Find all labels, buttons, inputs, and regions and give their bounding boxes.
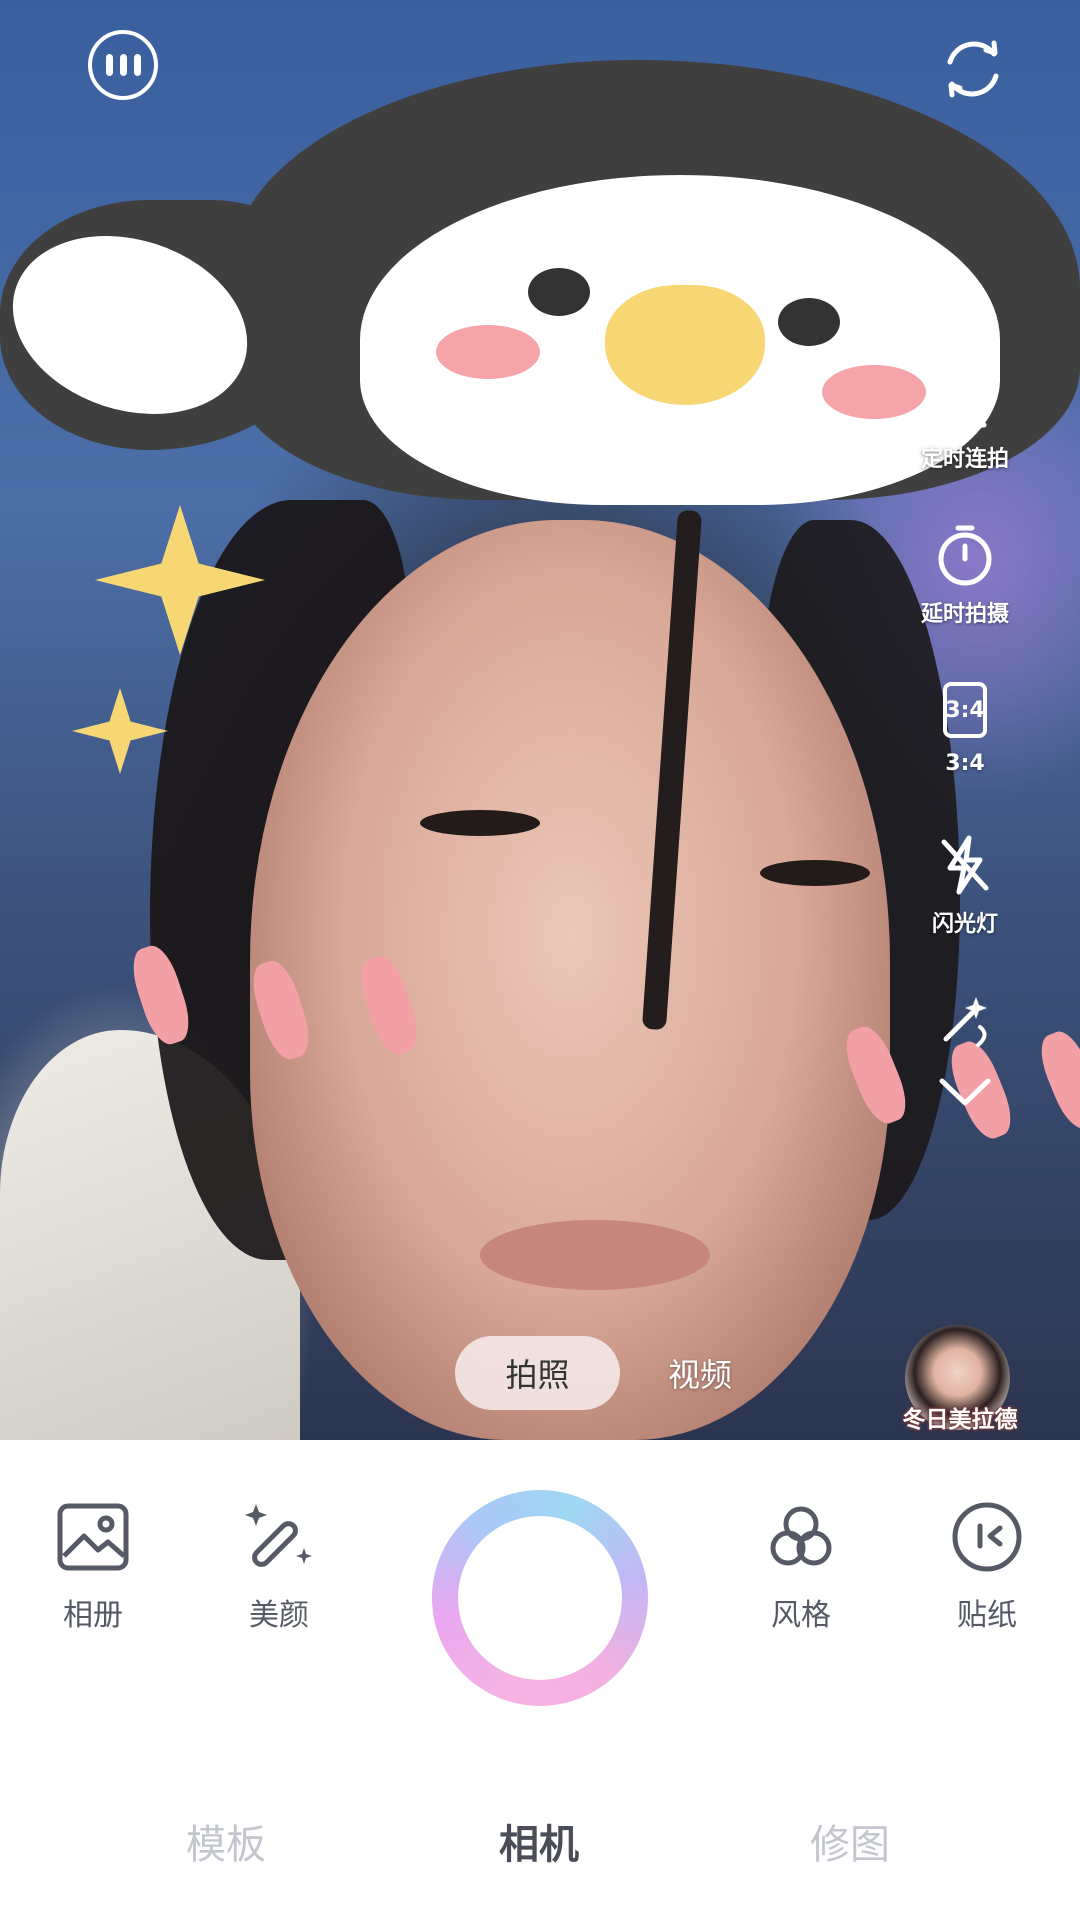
delay-shot-button[interactable]: 延时拍摄 [900, 520, 1030, 628]
preview-lips [480, 1220, 710, 1290]
mode-photo-tab[interactable]: 拍照 [455, 1336, 620, 1410]
chevron-down-icon [930, 1055, 1000, 1125]
blush-sticker [1032, 1025, 1080, 1135]
preview-face [250, 520, 890, 1440]
magic-button[interactable] [900, 985, 1030, 1055]
album-button[interactable]: 相册 [23, 1500, 163, 1634]
burst-shot-label: 定时连拍 [920, 447, 1009, 472]
flash-label: 闪光灯 [931, 912, 998, 937]
sticker-face-icon [950, 1500, 1024, 1574]
aspect-ratio-icon: 3:4 [943, 682, 987, 738]
burst-shot-button[interactable]: 定时连拍 [900, 365, 1030, 473]
style-circles-icon [764, 1500, 838, 1574]
sticker-label: 贴纸 [957, 1598, 1017, 1633]
expand-tools-button[interactable] [900, 1055, 1030, 1125]
magic-icon [930, 985, 1000, 1055]
style-button[interactable]: 风格 [731, 1500, 871, 1634]
sparkle-sticker [72, 688, 168, 774]
capture-mode-switch: 拍照 视频 [455, 1336, 732, 1410]
delay-shot-label: 延时拍摄 [920, 602, 1009, 627]
shutter-inner [458, 1516, 622, 1680]
penguin-beak [605, 285, 765, 405]
preview-eye [760, 860, 870, 886]
filter-label[interactable]: 冬日美拉德 [895, 1400, 1025, 1434]
burst-timer-icon [930, 365, 1000, 435]
image-icon [56, 1500, 130, 1574]
more-dots-icon [105, 54, 141, 76]
penguin-eye [778, 298, 840, 346]
shutter-button[interactable] [432, 1490, 648, 1706]
preview-eye [420, 810, 540, 836]
nav-tab-camera[interactable]: 相机 [499, 1812, 579, 1870]
penguin-cheek [436, 325, 540, 379]
switch-camera-icon [947, 40, 999, 98]
aspect-ratio-label: 3:4 [945, 751, 985, 776]
flash-off-icon [930, 830, 1000, 900]
aspect-ratio-button[interactable]: 3:4 3:4 [900, 675, 1030, 776]
more-button[interactable] [88, 30, 158, 100]
nav-tab-template[interactable]: 模板 [186, 1812, 266, 1870]
penguin-eye [528, 268, 590, 316]
flash-button[interactable]: 闪光灯 [900, 830, 1030, 938]
nav-tab-retouch[interactable]: 修图 [810, 1812, 890, 1870]
sticker-button[interactable]: 贴纸 [917, 1500, 1057, 1634]
style-label: 风格 [771, 1598, 831, 1633]
stopwatch-icon [930, 520, 1000, 590]
magic-wand-icon [242, 1500, 316, 1574]
beauty-button[interactable]: 美颜 [209, 1500, 349, 1634]
album-label: 相册 [63, 1598, 123, 1633]
mode-video-tab[interactable]: 视频 [668, 1350, 732, 1396]
beauty-label: 美颜 [249, 1598, 309, 1633]
switch-camera-button[interactable] [932, 28, 1014, 110]
